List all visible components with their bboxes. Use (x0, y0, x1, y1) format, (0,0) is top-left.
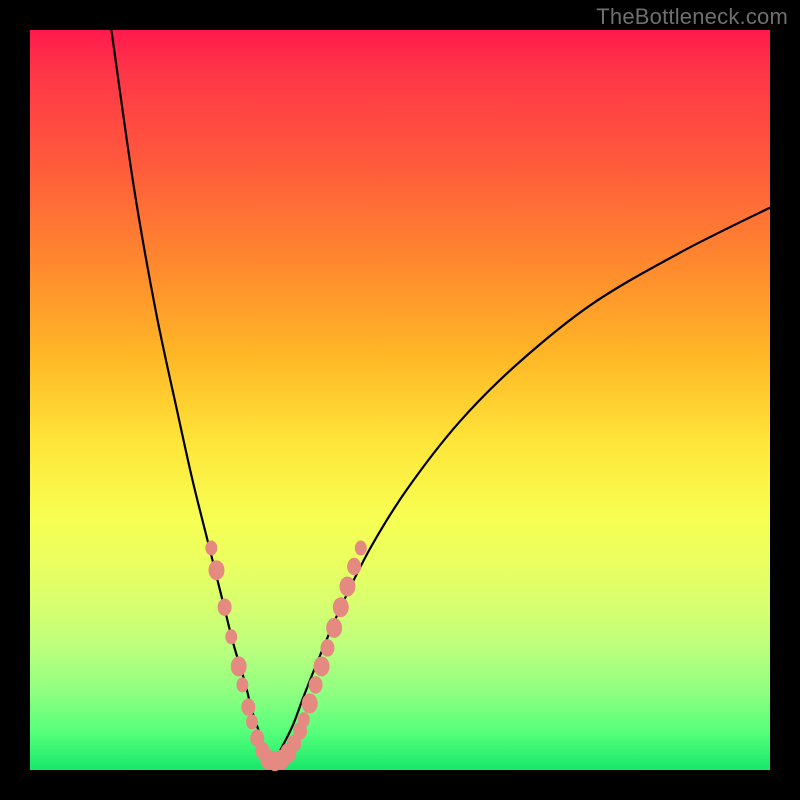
bead-marker (314, 656, 330, 676)
bead-marker (302, 693, 318, 713)
bead-marker (333, 597, 349, 617)
watermark-text: TheBottleneck.com (596, 4, 788, 30)
chart-frame: TheBottleneck.com (0, 0, 800, 800)
bead-marker (225, 629, 237, 644)
bead-marker (246, 714, 258, 729)
bead-marker (339, 576, 355, 596)
bead-marker (320, 639, 334, 657)
bead-marker (298, 712, 310, 727)
bead-marker (208, 560, 224, 580)
bead-marker (231, 656, 247, 676)
right-curve (274, 208, 770, 763)
curve-svg (30, 30, 770, 770)
bead-group (205, 541, 366, 772)
bead-marker (355, 541, 367, 556)
left-curve (111, 30, 266, 763)
bead-marker (347, 558, 361, 576)
bead-marker (236, 677, 248, 692)
bead-marker (205, 541, 217, 556)
bead-marker (218, 598, 232, 616)
bead-marker (326, 618, 342, 638)
bead-marker (241, 698, 255, 716)
plot-area (30, 30, 770, 770)
bead-marker (309, 676, 323, 694)
